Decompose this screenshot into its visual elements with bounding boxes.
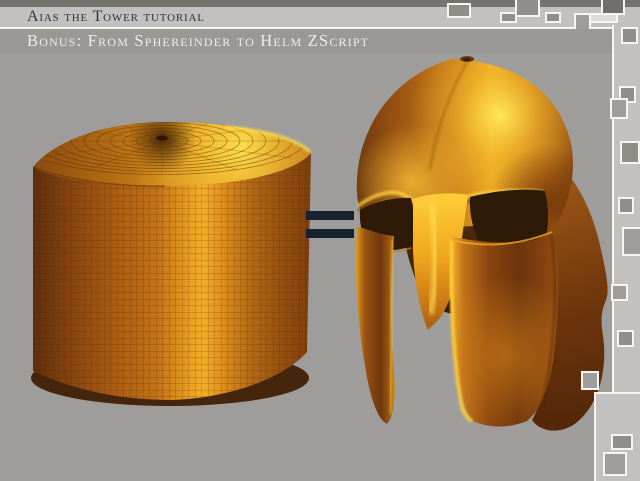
helm-cheek-left (355, 226, 395, 424)
page-subtitle: Bonus: From Sphereinder to Helm ZScript (27, 31, 370, 50)
sphereinder-render (31, 122, 312, 406)
deco-square (447, 3, 471, 18)
top-dark-strip (0, 0, 640, 7)
deco-square (622, 227, 640, 256)
equals-bar-bottom (306, 229, 354, 238)
cylinder-pole-dimple (156, 135, 168, 141)
deco-square (617, 330, 634, 347)
deco-square (611, 284, 628, 301)
deco-square (500, 12, 517, 23)
render-layer (31, 56, 608, 431)
page-title: Aias the Tower tutorial (27, 8, 205, 25)
deco-square (610, 98, 628, 119)
deco-square (603, 452, 627, 476)
zbrush-canvas: Aias the Tower tutorial Bonus: From Sphe… (0, 0, 640, 481)
deco-square (621, 27, 638, 44)
deco-square (611, 434, 633, 450)
helm-cheek-right-sheen (449, 229, 558, 427)
deco-square (618, 197, 634, 214)
deco-tab (574, 13, 591, 29)
deco-square (581, 371, 599, 390)
equals-sign (303, 208, 357, 240)
deco-square (588, 13, 618, 23)
deco-square (545, 12, 561, 23)
helm-apex-hole (463, 57, 471, 62)
cylinder-body-wireframe (33, 153, 311, 400)
deco-square (515, 0, 540, 17)
equals-bar-top (306, 211, 354, 220)
helm-render (355, 56, 608, 431)
deco-square (620, 141, 640, 164)
